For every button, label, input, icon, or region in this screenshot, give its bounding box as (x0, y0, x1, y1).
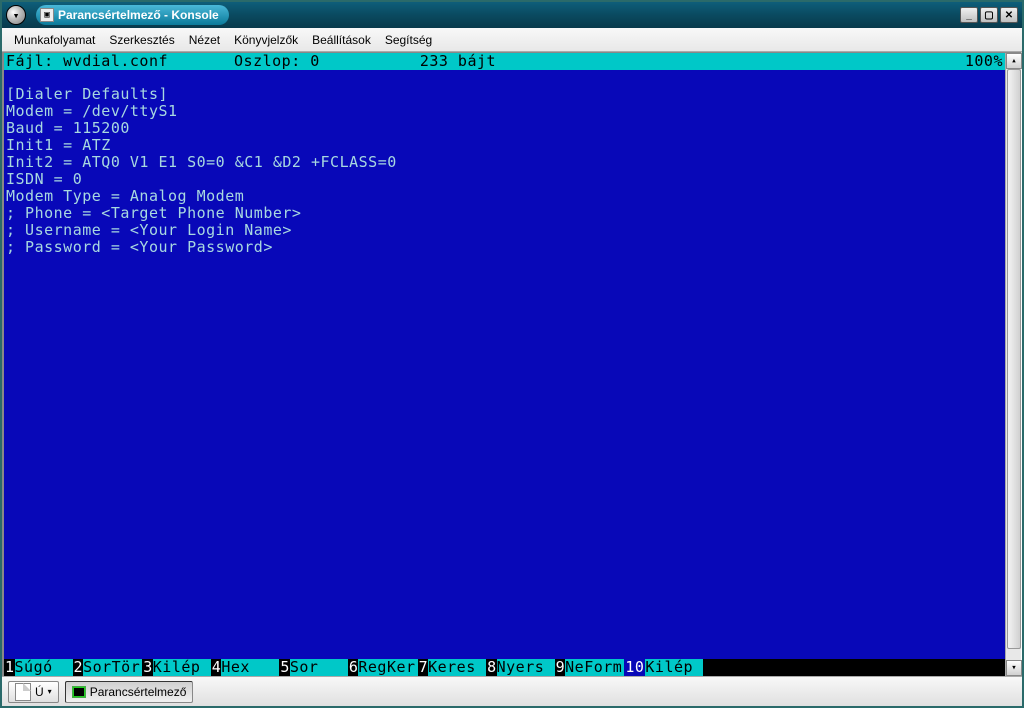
document-icon (15, 683, 31, 701)
bottombar: Ú ▾ Parancsértelmező (2, 676, 1022, 706)
menu-munkafolyamat[interactable]: Munkafolyamat (8, 31, 101, 49)
scrollbar[interactable]: ▴ ▾ (1005, 53, 1021, 676)
file-line: [Dialer Defaults] (6, 86, 1005, 103)
titlebar[interactable]: ▾ ▣ Parancsértelmező - Konsole _ ▢ ✕ (2, 2, 1022, 28)
file-line: Init1 = ATZ (6, 137, 1005, 154)
editor-body[interactable]: [Dialer Defaults] Modem = /dev/ttyS1 Bau… (4, 70, 1005, 659)
file-line: ; Password = <Your Password> (6, 239, 1005, 256)
status-bytes: 233 bájt (420, 53, 496, 70)
fn-1[interactable]: 1Súgó (4, 659, 73, 676)
fn-10[interactable]: 10Kilép (624, 659, 703, 676)
fn-3[interactable]: 3Kilép (142, 659, 211, 676)
fn-5[interactable]: 5Sor (279, 659, 348, 676)
menu-szerkesztes[interactable]: Szerkesztés (103, 31, 180, 49)
dropdown-arrow-icon: ▾ (48, 687, 52, 696)
status-percent: 100% (965, 53, 1003, 70)
tab-label: Parancsértelmező (90, 685, 187, 699)
konsole-icon: ▣ (40, 8, 54, 22)
file-line: Modem Type = Analog Modem (6, 188, 1005, 205)
tab-parancsertelmezo[interactable]: Parancsértelmező (65, 681, 194, 703)
content-area: Fájl: wvdial.conf Oszlop: 0 233 bájt 100… (2, 52, 1022, 676)
file-line: Init2 = ATQ0 V1 E1 S0=0 &C1 &D2 +FCLASS=… (6, 154, 1005, 171)
window-title: Parancsértelmező - Konsole (58, 8, 219, 22)
title-wrap: ▣ Parancsértelmező - Konsole (36, 5, 229, 25)
scroll-up-button[interactable]: ▴ (1006, 53, 1022, 69)
fn-6[interactable]: 6RegKer (348, 659, 418, 676)
scroll-thumb[interactable] (1007, 69, 1021, 649)
terminal[interactable]: Fájl: wvdial.conf Oszlop: 0 233 bájt 100… (4, 53, 1005, 676)
fn-7[interactable]: 7Keres (418, 659, 487, 676)
file-line: ; Phone = <Target Phone Number> (6, 205, 1005, 222)
file-line: ; Username = <Your Login Name> (6, 222, 1005, 239)
status-file: Fájl: wvdial.conf (6, 53, 168, 70)
file-line: ISDN = 0 (6, 171, 1005, 188)
menu-beallitasok[interactable]: Beállítások (306, 31, 377, 49)
menu-konyvjelzok[interactable]: Könyvjelzők (228, 31, 304, 49)
new-tab-button[interactable]: Ú ▾ (8, 681, 59, 703)
maximize-button[interactable]: ▢ (980, 7, 998, 23)
app-window: ▾ ▣ Parancsértelmező - Konsole _ ▢ ✕ Mun… (0, 0, 1024, 708)
fn-2[interactable]: 2SorTör (73, 659, 143, 676)
minimize-button[interactable]: _ (960, 7, 978, 23)
close-button[interactable]: ✕ (1000, 7, 1018, 23)
menubar: Munkafolyamat Szerkesztés Nézet Könyvjel… (2, 28, 1022, 52)
fn-9[interactable]: 9NeForm (555, 659, 625, 676)
menu-segitseg[interactable]: Segítség (379, 31, 438, 49)
fnkey-row: 1Súgó 2SorTör 3Kilép 4Hex 5Sor 6RegKer 7… (4, 659, 1005, 676)
fn-8[interactable]: 8Nyers (486, 659, 555, 676)
file-line: Modem = /dev/ttyS1 (6, 103, 1005, 120)
new-tab-label: Ú (35, 685, 44, 699)
terminal-icon (72, 686, 86, 698)
scroll-down-button[interactable]: ▾ (1006, 660, 1022, 676)
status-column: Oszlop: 0 (234, 53, 320, 70)
window-menu-button[interactable]: ▾ (6, 5, 26, 25)
file-line: Baud = 115200 (6, 120, 1005, 137)
menu-nezet[interactable]: Nézet (183, 31, 226, 49)
fn-4[interactable]: 4Hex (211, 659, 280, 676)
editor-statusbar: Fájl: wvdial.conf Oszlop: 0 233 bájt 100… (4, 53, 1005, 70)
window-controls: _ ▢ ✕ (960, 7, 1018, 23)
